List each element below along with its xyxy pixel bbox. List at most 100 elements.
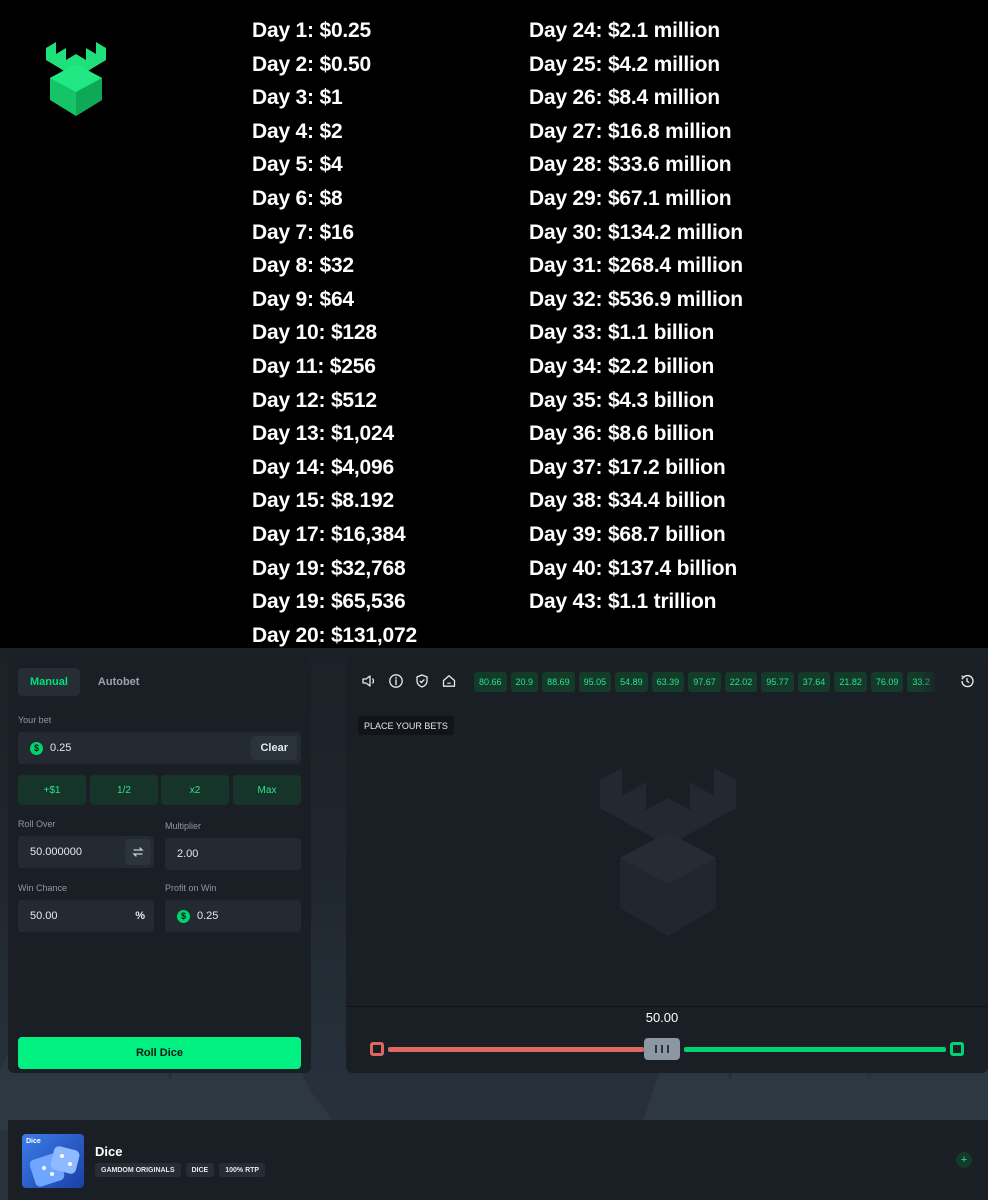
roll-over-label: Roll Over — [18, 819, 56, 829]
result-chip[interactable]: 88.69 — [542, 672, 575, 692]
game-title: Dice — [95, 1144, 123, 1159]
dice-thumbnail[interactable]: Dice — [22, 1134, 84, 1188]
game-info-footer: Dice Dice GAMDOM ORIGINALS DICE 100% RTP + — [8, 1120, 988, 1200]
bet-mode-tabs: Manual Autobet — [18, 668, 151, 698]
game-tag[interactable]: DICE — [185, 1163, 215, 1177]
day-value-row: Day 28: $33.6 million — [529, 153, 732, 177]
day-value-row: Day 15: $8.192 — [252, 489, 394, 513]
result-chip[interactable]: 20.9 — [510, 672, 539, 692]
day-value-row: Day 13: $1,024 — [252, 422, 394, 446]
half-bet-button[interactable]: 1/2 — [90, 775, 158, 805]
day-value-row: Day 43: $1.1 trillion — [529, 590, 717, 614]
tab-manual[interactable]: Manual — [18, 668, 80, 696]
tab-autobet[interactable]: Autobet — [86, 668, 152, 696]
day-value-row: Day 6: $8 — [252, 186, 343, 210]
roll-dice-button[interactable]: Roll Dice — [18, 1037, 301, 1069]
dollar-coin-icon: $ — [177, 909, 190, 923]
bet-amount-input[interactable]: $ 0.25 Clear — [18, 732, 301, 764]
win-chance-input[interactable]: 50.00 % — [18, 900, 154, 932]
game-tag[interactable]: 100% RTP — [219, 1163, 266, 1177]
day-value-row: Day 19: $32,768 — [252, 556, 406, 580]
day-value-row: Day 3: $1 — [252, 86, 343, 110]
castle-logo-icon — [46, 42, 106, 116]
result-chip[interactable]: 63.39 — [651, 672, 685, 692]
add-one-dollar-button[interactable]: +$1 — [18, 775, 86, 805]
day-value-row: Day 33: $1.1 billion — [529, 321, 715, 345]
day-value-row: Day 26: $8.4 million — [529, 86, 720, 110]
slider-thumb[interactable] — [644, 1038, 680, 1060]
dollar-coin-icon: $ — [30, 741, 43, 755]
profit-on-win-label: Profit on Win — [165, 883, 217, 893]
result-chip[interactable]: 95.77 — [761, 672, 794, 692]
day-value-row: Day 14: $4,096 — [252, 455, 394, 479]
lose-range-track[interactable] — [388, 1047, 644, 1052]
game-tag[interactable]: GAMDOM ORIGINALS — [95, 1163, 181, 1177]
bet-controls-panel: Manual Autobet Your bet $ 0.25 Clear +$1… — [8, 656, 311, 1073]
day-value-row: Day 17: $16,384 — [252, 522, 406, 546]
profit-value: 0.25 — [197, 910, 219, 922]
dice-game: Manual Autobet Your bet $ 0.25 Clear +$1… — [0, 648, 988, 1200]
result-chip[interactable]: 54.89 — [615, 672, 648, 692]
result-chip[interactable]: 80.66 — [474, 672, 507, 692]
multiplier-input[interactable]: 2.00 — [165, 838, 301, 870]
slider-max-handle — [950, 1042, 964, 1056]
profit-on-win-field: $ 0.25 — [165, 900, 301, 932]
game-tags: GAMDOM ORIGINALS DICE 100% RTP — [95, 1163, 266, 1177]
day-value-row: Day 12: $512 — [252, 388, 377, 412]
win-range-track[interactable] — [684, 1047, 946, 1052]
sound-icon[interactable] — [360, 672, 378, 690]
slider-value-label: 50.00 — [645, 1010, 679, 1025]
day-value-row: Day 1: $0.25 — [252, 19, 372, 42]
day-value-row: Day 38: $34.4 billion — [529, 489, 726, 513]
result-chip[interactable]: 22.02 — [724, 672, 758, 692]
max-bet-button[interactable]: Max — [233, 775, 301, 805]
place-bets-badge: PLACE YOUR BETS — [358, 716, 454, 735]
roll-over-input[interactable]: 50.000000 — [18, 836, 154, 868]
result-chip[interactable]: 97.67 — [688, 672, 721, 692]
result-chip[interactable]: 37.64 — [797, 672, 831, 692]
castle-watermark-icon — [600, 768, 736, 936]
day-value-row: Day 7: $16 — [252, 220, 354, 244]
right-day-column: Day 24: $2.1 million Day 25: $4.2 million… — [529, 14, 743, 619]
home-icon[interactable] — [440, 672, 458, 690]
your-bet-label: Your bet — [18, 715, 52, 725]
day-value-row: Day 24: $2.1 million — [529, 19, 720, 42]
day-value-row: Day 35: $4.3 billion — [529, 388, 715, 412]
slider-min-handle — [370, 1042, 384, 1056]
clear-button[interactable]: Clear — [251, 736, 297, 760]
bet-amount-value: 0.25 — [50, 742, 72, 754]
info-icon[interactable] — [387, 672, 405, 690]
percent-icon: % — [135, 910, 145, 922]
win-chance-label: Win Chance — [18, 883, 68, 893]
history-icon[interactable] — [958, 672, 976, 690]
result-chip[interactable]: 76.09 — [870, 672, 904, 692]
day-value-row: Day 40: $137.4 billion — [529, 556, 738, 580]
day-value-row: Day 36: $8.6 billion — [529, 422, 715, 446]
result-chip[interactable]: 21.82 — [834, 672, 867, 692]
board-divider — [346, 1006, 988, 1007]
day-value-row: Day 2: $0.50 — [252, 52, 372, 76]
day-value-row: Day 29: $67.1 million — [529, 186, 732, 210]
day-value-row: Day 5: $4 — [252, 153, 343, 177]
day-value-row: Day 9: $64 — [252, 287, 354, 311]
shield-check-icon[interactable] — [413, 672, 431, 690]
day-value-row: Day 37: $17.2 billion — [529, 455, 726, 479]
history-fade — [918, 668, 950, 696]
left-day-column: Day 1: $0.25 Day 2: $0.50 Day 3: $1 Day 4: … — [252, 14, 417, 652]
multiplier-value: 2.00 — [177, 848, 199, 860]
double-bet-button[interactable]: x2 — [161, 775, 229, 805]
day-value-row: Day 31: $268.4 million — [529, 254, 743, 278]
swap-icon[interactable] — [125, 839, 151, 865]
dice-board: 80.66 20.9 88.69 95.05 54.89 63.39 97.67 22.02 9… — [346, 656, 988, 1073]
day-value-row: Day 25: $4.2 million — [529, 52, 720, 76]
multiplier-label: Multiplier — [165, 821, 202, 831]
meme-section: Day 1: $0.25 Day 2: $0.50 Day 3: $1 Day 4: … — [0, 0, 988, 648]
add-favorite-button[interactable]: + — [956, 1152, 972, 1168]
day-value-row: Day 32: $536.9 million — [529, 287, 743, 311]
day-value-row: Day 8: $32 — [252, 254, 354, 278]
result-chip[interactable]: 95.05 — [578, 672, 612, 692]
day-value-row: Day 11: $256 — [252, 354, 376, 378]
day-value-row: Day 30: $134.2 million — [529, 220, 743, 244]
day-value-row: Day 39: $68.7 billion — [529, 522, 726, 546]
day-value-row: Day 10: $128 — [252, 321, 377, 345]
